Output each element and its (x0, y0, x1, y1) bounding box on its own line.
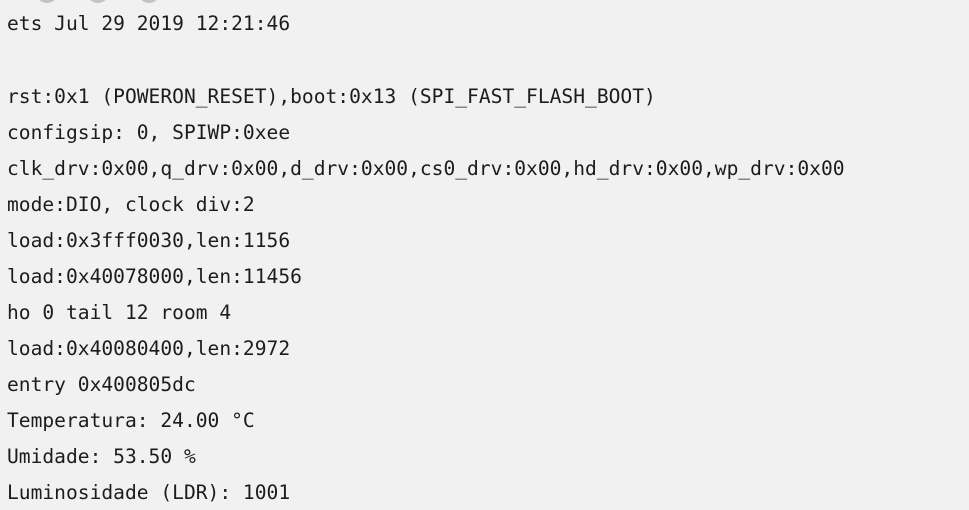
log-line-luminosity: Luminosidade (LDR): 1001 (7, 481, 291, 504)
log-line-buffer: ho 0 tail 12 room 4 (7, 301, 232, 324)
cropped-window-control (36, 0, 58, 3)
log-line-temperature: Temperatura: 24.00 °C (7, 409, 255, 432)
cropped-window-control (138, 0, 160, 3)
log-line-reset: rst:0x1 (POWERON_RESET),boot:0x13 (SPI_F… (7, 85, 656, 108)
log-line-load-2: load:0x40078000,len:11456 (7, 265, 302, 288)
log-line-timestamp: ets Jul 29 2019 12:21:46 (7, 12, 291, 35)
cropped-window-control (87, 0, 109, 3)
log-line-humidity: Umidade: 53.50 % (7, 445, 196, 468)
log-line-clock-drivers: clk_drv:0x00,q_drv:0x00,d_drv:0x00,cs0_d… (7, 157, 845, 180)
log-line-entry: entry 0x400805dc (7, 373, 196, 396)
log-line-configsip: configsip: 0, SPIWP:0xee (7, 121, 291, 144)
log-line-load-3: load:0x40080400,len:2972 (7, 337, 291, 360)
serial-monitor-output[interactable]: ets Jul 29 2019 12:21:46 rst:0x1 (POWERO… (0, 0, 969, 510)
log-line-mode: mode:DIO, clock div:2 (7, 193, 255, 216)
log-line-load-1: load:0x3fff0030,len:1156 (7, 229, 291, 252)
